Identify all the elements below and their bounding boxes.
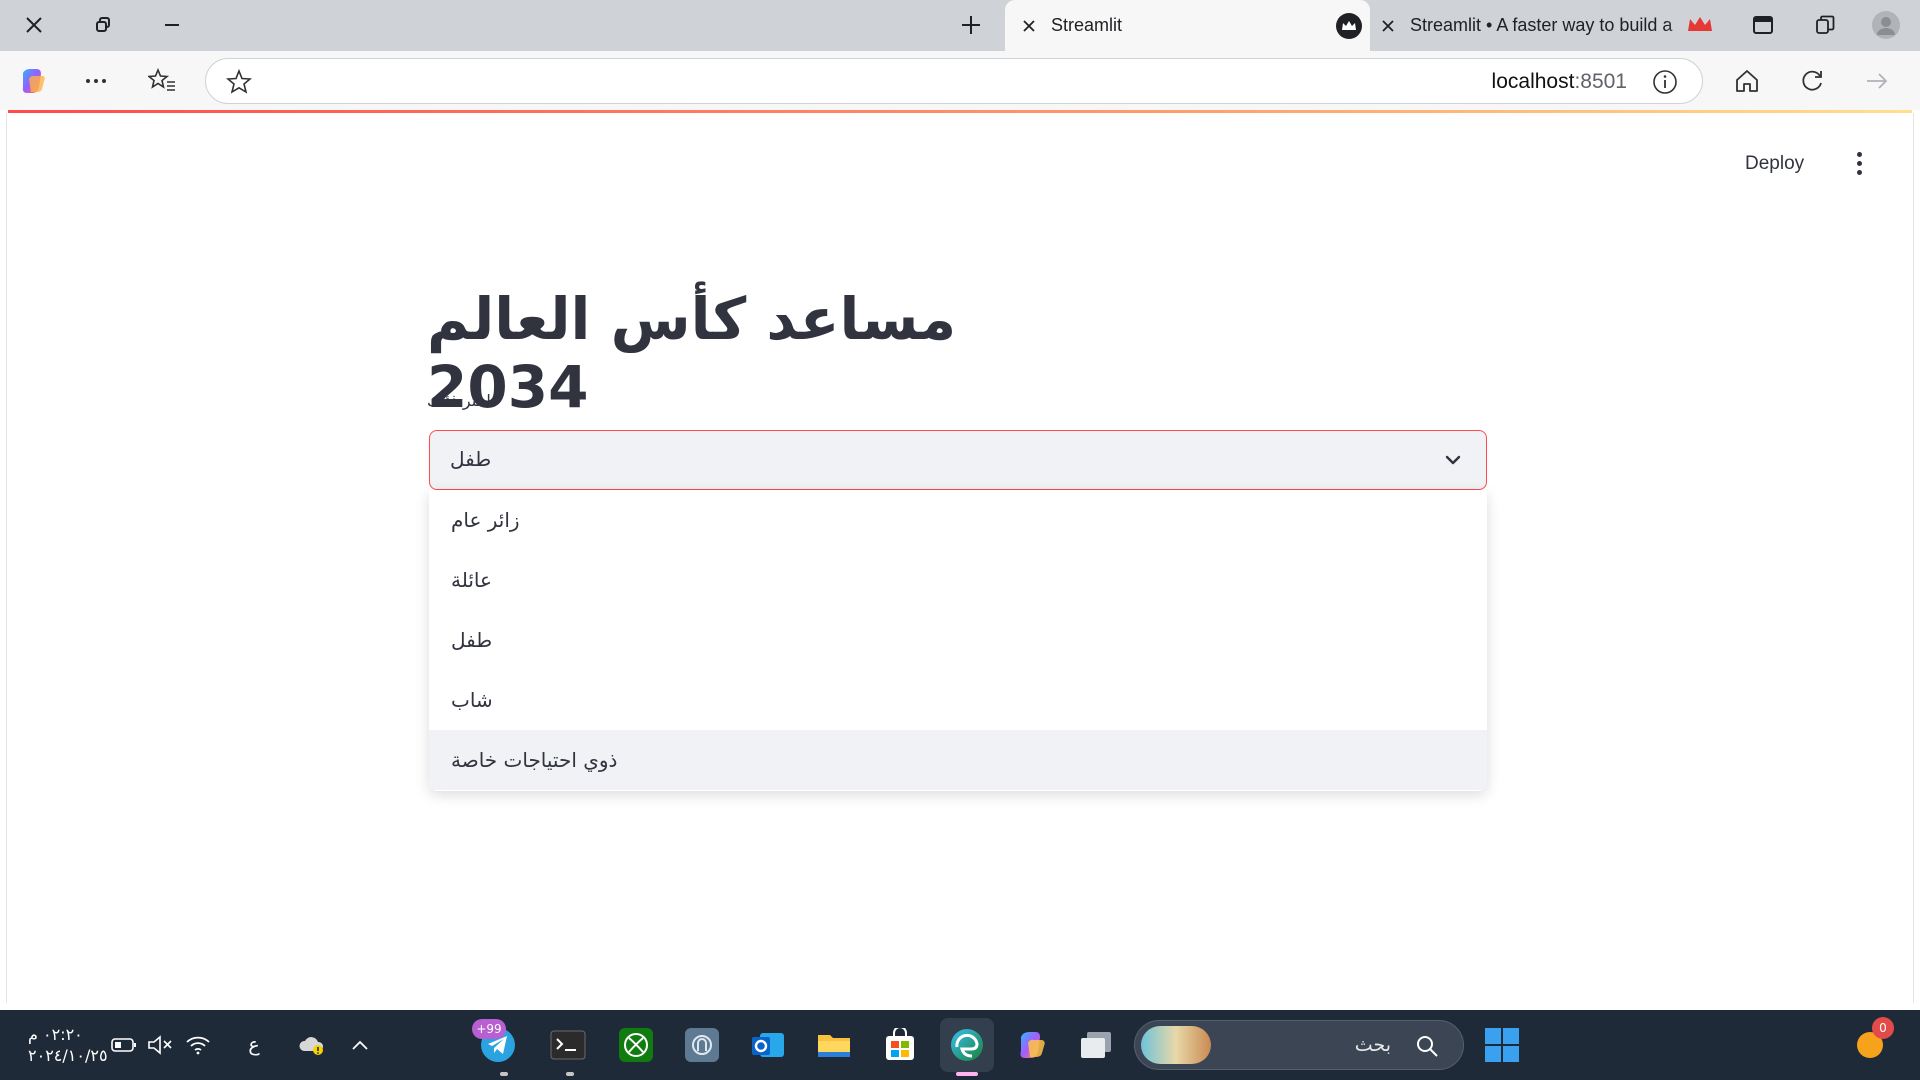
more-options-button[interactable] bbox=[76, 61, 116, 101]
file-explorer-app-icon[interactable] bbox=[812, 1023, 856, 1067]
edge-app-icon[interactable] bbox=[940, 1018, 994, 1072]
avatar-icon bbox=[1872, 11, 1900, 39]
taskbar-search-box[interactable]: بحث bbox=[1134, 1020, 1464, 1070]
add-favorite-star-icon[interactable] bbox=[225, 68, 253, 99]
active-indicator bbox=[956, 1072, 978, 1076]
wifi-icon[interactable] bbox=[176, 1023, 220, 1067]
minimize-icon bbox=[165, 24, 179, 26]
task-view-app-icon[interactable] bbox=[1074, 1023, 1118, 1067]
running-indicator bbox=[566, 1072, 574, 1076]
site-info-icon[interactable] bbox=[1652, 69, 1678, 99]
tab-close-button[interactable] bbox=[1376, 14, 1400, 38]
option-child[interactable]: طفل bbox=[429, 610, 1487, 670]
start-button[interactable] bbox=[1480, 1023, 1524, 1067]
close-icon bbox=[1023, 19, 1035, 32]
browser-window-icon bbox=[1753, 16, 1773, 34]
search-highlight-image bbox=[1141, 1026, 1211, 1064]
refresh-button[interactable] bbox=[1792, 61, 1832, 101]
option-general-visitor[interactable]: زائر عام bbox=[429, 490, 1487, 550]
copilot-button[interactable] bbox=[13, 61, 53, 101]
input-language-indicator[interactable]: ع bbox=[232, 1023, 276, 1067]
select-value: طفل bbox=[450, 447, 492, 471]
copilot-app-icon[interactable] bbox=[1010, 1023, 1054, 1067]
search-icon bbox=[1417, 1036, 1438, 1057]
profile-button[interactable] bbox=[1866, 8, 1906, 42]
collections-icon bbox=[1816, 15, 1835, 34]
option-special-needs[interactable]: ذوي احتياجات خاصة bbox=[429, 730, 1487, 790]
chevron-up-icon[interactable] bbox=[338, 1023, 382, 1067]
close-icon bbox=[1382, 19, 1394, 32]
vertical-tabs-button[interactable] bbox=[1743, 8, 1783, 42]
home-icon bbox=[1736, 70, 1758, 92]
plus-icon bbox=[962, 16, 980, 34]
terminal-app-icon[interactable] bbox=[546, 1023, 590, 1067]
close-icon bbox=[26, 17, 42, 33]
microsoft-store-app-icon[interactable] bbox=[878, 1023, 922, 1067]
tab-streamlit[interactable]: Streamlit bbox=[1005, 0, 1370, 51]
option-family[interactable]: عائلة bbox=[429, 550, 1487, 610]
streamlit-app: Deploy مساعد كأس العالم 2034 اختر فئتك: … bbox=[6, 113, 1914, 1003]
url-text: localhost:8501 bbox=[1491, 70, 1627, 93]
more-icon bbox=[86, 79, 106, 83]
page-title: مساعد كأس العالم 2034 bbox=[427, 285, 957, 421]
collections-button[interactable] bbox=[1806, 8, 1846, 42]
main-menu-icon[interactable] bbox=[1847, 149, 1871, 177]
favorites-button[interactable] bbox=[142, 61, 182, 101]
weather-widget-icon[interactable]: 0 bbox=[1848, 1017, 1894, 1067]
select-label: اختر فئتك: bbox=[427, 391, 497, 410]
window-minimize-button[interactable] bbox=[152, 8, 192, 42]
refresh-icon bbox=[1802, 70, 1822, 91]
clock-time: ٠٢:٢٠ م bbox=[28, 1025, 83, 1044]
select-dropdown-menu: زائر عام عائلة طفل شاب ذوي احتياجات خاصة bbox=[429, 490, 1487, 791]
search-placeholder: بحث bbox=[1354, 1034, 1391, 1056]
running-indicator bbox=[500, 1072, 508, 1076]
notification-badge: 0 bbox=[1872, 1017, 1894, 1039]
new-tab-button[interactable] bbox=[951, 8, 991, 42]
restore-icon bbox=[96, 17, 110, 32]
outlook-app-icon[interactable] bbox=[746, 1023, 790, 1067]
notification-badge: +99 bbox=[472, 1019, 506, 1039]
forward-button[interactable] bbox=[1857, 61, 1897, 101]
copilot-icon bbox=[22, 69, 45, 93]
windows-logo-icon bbox=[1485, 1028, 1519, 1062]
windows-taskbar: ٠٢:٢٠ م ٢٠٢٤/١٠/٢٥ ع +99 بحث 0 bbox=[0, 1010, 1920, 1080]
browser-toolbar: localhost:8501 bbox=[0, 51, 1920, 110]
chevron-down-icon bbox=[1445, 455, 1461, 465]
arrow-right-icon bbox=[1867, 73, 1888, 89]
tab-label: Streamlit • A faster way to build a bbox=[1410, 15, 1673, 35]
favorites-list-icon bbox=[148, 68, 175, 91]
remote-desktop-app-icon[interactable] bbox=[680, 1023, 724, 1067]
address-bar[interactable]: localhost:8501 bbox=[205, 58, 1703, 104]
category-select[interactable]: طفل bbox=[429, 430, 1487, 490]
crown-favicon-icon bbox=[1336, 12, 1362, 39]
tab-close-button[interactable] bbox=[1017, 14, 1041, 38]
onedrive-warning-icon[interactable] bbox=[290, 1023, 334, 1067]
telegram-app-icon[interactable]: +99 bbox=[472, 1019, 520, 1067]
streamlit-crown-logo-icon bbox=[1680, 8, 1720, 42]
browser-tab-bar: Streamlit Streamlit • A faster way to bu… bbox=[0, 0, 1920, 51]
xbox-app-icon[interactable] bbox=[614, 1023, 658, 1067]
deploy-button[interactable]: Deploy bbox=[1745, 153, 1804, 175]
clock-date: ٢٠٢٤/١٠/٢٥ bbox=[28, 1046, 108, 1065]
window-restore-button[interactable] bbox=[83, 8, 123, 42]
tab-streamlit-website[interactable]: Streamlit • A faster way to build a bbox=[1372, 0, 1718, 51]
window-close-button[interactable] bbox=[14, 8, 54, 42]
tab-label: Streamlit bbox=[1051, 15, 1123, 35]
home-button[interactable] bbox=[1727, 61, 1767, 101]
system-clock[interactable]: ٠٢:٢٠ م ٢٠٢٤/١٠/٢٥ bbox=[28, 1024, 108, 1066]
option-youth[interactable]: شاب bbox=[429, 670, 1487, 730]
